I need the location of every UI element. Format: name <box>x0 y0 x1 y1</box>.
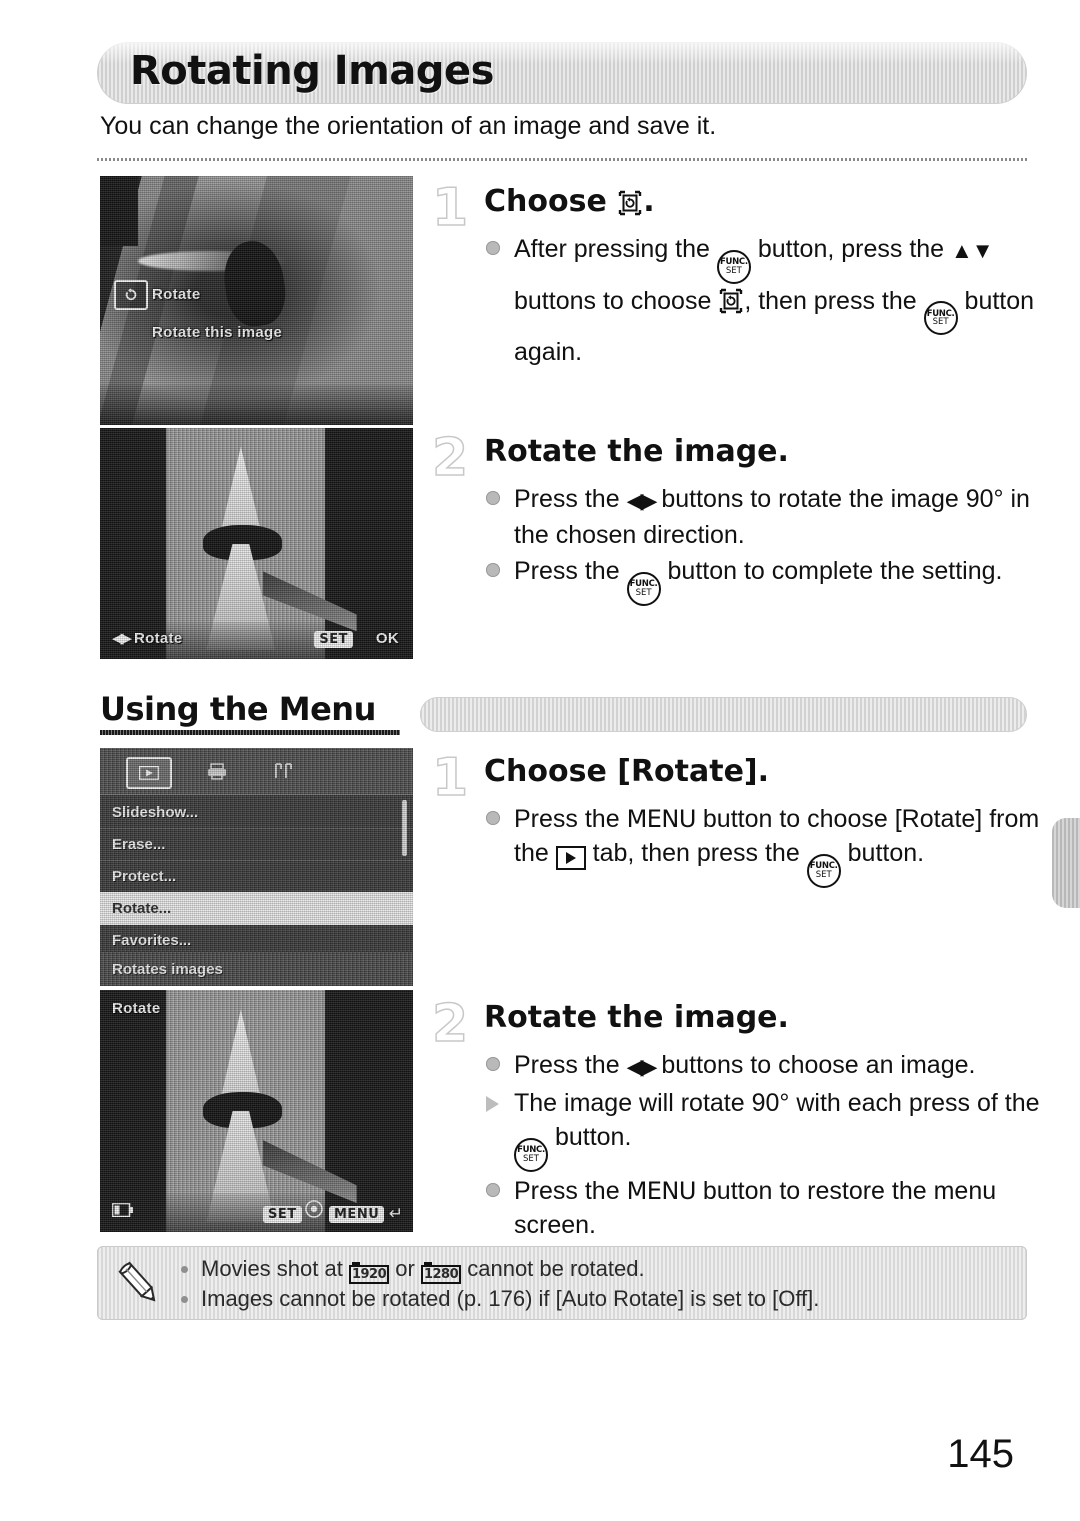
step-bullets: Press the MENU button to choose [Rotate]… <box>484 802 1064 890</box>
func-item-label: Rotate <box>152 286 201 303</box>
playback-tab-icon[interactable] <box>126 757 172 789</box>
photo-steeple <box>100 990 413 1232</box>
rotate-icon <box>114 280 148 310</box>
menu-tab-bar <box>100 748 413 795</box>
func-set-button-icon: FUNC. SET <box>626 571 661 606</box>
step-title-suffix: . <box>643 184 655 219</box>
section-heading: Using the Menu <box>100 690 400 735</box>
playback-tab-icon <box>555 846 586 870</box>
step-number: 1 <box>431 748 469 808</box>
dot-bullet-icon <box>486 1182 500 1197</box>
dot-bullet-icon <box>486 491 500 505</box>
rotate-icon <box>718 288 744 314</box>
rotate-screen-title: Rotate <box>112 1000 161 1017</box>
left-right-buttons-icon: ◀▶ <box>626 1054 658 1079</box>
print-tab-icon[interactable] <box>196 757 238 785</box>
bullet-item: Press the ◀▶ buttons to rotate the image… <box>484 482 1064 552</box>
func-set-button-icon <box>305 1200 323 1223</box>
step-number: 2 <box>431 994 469 1054</box>
func-set-button-icon: FUNC. SET <box>514 1137 548 1172</box>
note-box: Movies shot at 1920 or 1280 cannot be ro… <box>97 1246 1027 1320</box>
bullet-item: The image will rotate 90° with each pres… <box>484 1086 1064 1172</box>
step-bullets: Press the ◀▶ buttons to rotate the image… <box>484 482 1064 608</box>
step-title-prefix: Choose <box>484 184 618 219</box>
step-title: Rotate the image. <box>484 1000 789 1035</box>
dot-bullet-icon <box>486 1057 500 1071</box>
bullet-item: Press the MENU button to restore the men… <box>484 1174 1064 1242</box>
divider <box>97 158 1027 161</box>
func-set-button-icon: FUNC. SET <box>923 301 958 335</box>
left-right-buttons-icon: ◀▶ <box>112 630 132 647</box>
return-arrow-icon: ↵ <box>388 1204 403 1223</box>
set-badge: SET <box>314 631 353 648</box>
section-heading-underline <box>100 730 400 735</box>
bullet-item: After pressing the FUNC. SET button, pres… <box>484 232 1064 369</box>
left-right-buttons-icon: ◀▶ <box>626 488 658 513</box>
menu-row[interactable]: Protect... <box>100 860 413 893</box>
page-number: 145 <box>947 1432 1014 1476</box>
step-number: 1 <box>431 178 469 238</box>
menu-footer-hint: Rotates images <box>100 952 413 986</box>
menu-row[interactable]: Slideshow... <box>100 796 413 829</box>
movie-resolution-icon: 1280 <box>420 1262 462 1284</box>
movie-resolution-icon: 1920 <box>348 1262 390 1284</box>
dot-bullet-icon <box>486 563 500 577</box>
set-badge: SET <box>263 1206 302 1223</box>
menu-badge: MENU <box>329 1206 385 1223</box>
screenshot-func-menu: Rotate Rotate this image <box>100 176 413 425</box>
photo-dark-left <box>100 176 138 246</box>
screenshot-rotate-preview: Rotate ◀▶ SET OK <box>100 428 413 659</box>
dot-bullet-icon <box>181 1296 188 1303</box>
func-set-button-icon: FUNC. SET <box>806 853 841 888</box>
menu-row[interactable]: Rotate... <box>100 892 413 925</box>
step-title: Choose . <box>484 184 655 219</box>
rotate-hint-label: Rotate <box>134 630 183 647</box>
menu-button-word: MENU <box>626 1176 697 1205</box>
note-line: Movies shot at 1920 or 1280 cannot be ro… <box>179 1254 1015 1284</box>
set-ok-label: OK <box>375 630 399 647</box>
bullet-item: Press the ◀▶ buttons to choose an image. <box>484 1048 1064 1084</box>
menu-row[interactable]: Erase... <box>100 828 413 861</box>
battery-icon <box>111 1202 134 1222</box>
dot-bullet-icon <box>181 1266 188 1273</box>
dot-bullet-icon <box>486 241 500 255</box>
rotate-icon <box>617 189 643 216</box>
step-title: Rotate the image. <box>484 434 789 469</box>
photo-steeple <box>100 428 413 659</box>
pencil-icon <box>111 1256 167 1312</box>
bullet-item: Press the MENU button to choose [Rotate]… <box>484 802 1064 888</box>
up-down-buttons-icon: ▲▼ <box>951 238 994 263</box>
step-bullets: After pressing the FUNC. SET button, pres… <box>484 232 1064 371</box>
screenshot-rotate-screen: Rotate SET MENU ↵ <box>100 990 413 1232</box>
step-number: 2 <box>431 428 469 488</box>
func-set-button-icon: FUNC. SET <box>716 249 751 284</box>
menu-button-word: MENU <box>626 805 697 833</box>
bullet-item: Press the FUNC. SET button to complete th… <box>484 554 1064 606</box>
section-heading-label: Using the Menu <box>100 690 376 728</box>
step-bullets: Press the ◀▶ buttons to choose an image.… <box>484 1048 1064 1244</box>
func-item-hint: Rotate this image <box>152 324 283 341</box>
step-title: Choose [Rotate]. <box>484 754 770 789</box>
manual-page: Rotating Images You can change the orien… <box>0 0 1080 1521</box>
settings-tab-icon[interactable] <box>262 757 304 785</box>
arrow-bullet-icon <box>486 1096 499 1112</box>
section-heading-bar <box>420 697 1027 732</box>
screenshot-menu: Slideshow... Erase... Protect... Rotate... F… <box>100 748 413 986</box>
photo-dark-bottom <box>100 385 413 425</box>
note-line: Images cannot be rotated (p. 176) if [Au… <box>179 1284 1015 1314</box>
photo-ground <box>165 622 326 659</box>
note-line-list: Movies shot at 1920 or 1280 cannot be ro… <box>179 1254 1015 1314</box>
dot-bullet-icon <box>486 811 500 825</box>
intro-text: You can change the orientation of an ima… <box>100 112 717 140</box>
page-title: Rotating Images <box>130 48 494 94</box>
